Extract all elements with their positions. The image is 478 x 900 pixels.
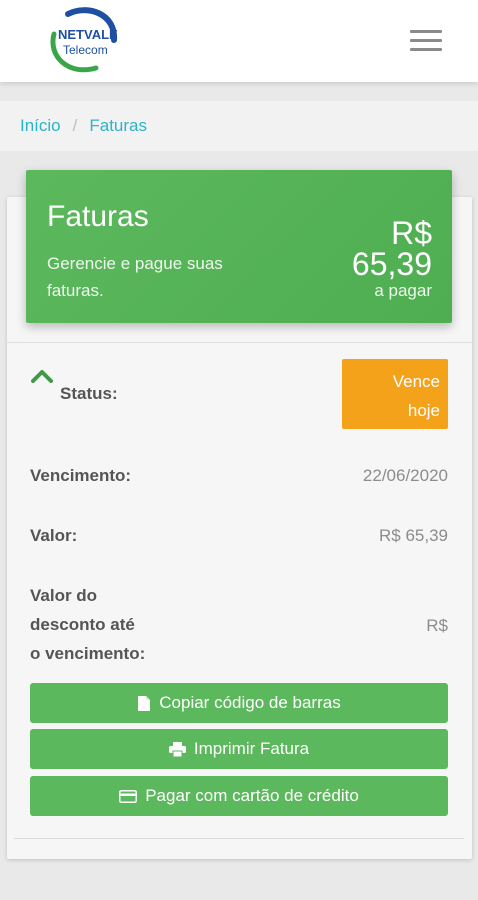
- card-footer-divider: [14, 838, 464, 839]
- copy-barcode-button[interactable]: Copiar código de barras: [30, 683, 448, 723]
- print-invoice-button[interactable]: Imprimir Fatura: [30, 729, 448, 769]
- amount-value: 65,39: [351, 246, 432, 282]
- divider: [7, 342, 472, 343]
- status-line2: hoje: [407, 401, 440, 420]
- due-date-value: 22/06/2020: [362, 466, 448, 485]
- logo-line2: Telecom: [63, 43, 108, 57]
- value-label: Valor:: [30, 526, 78, 545]
- breadcrumb-separator: /: [72, 116, 78, 135]
- breadcrumb-home-link[interactable]: Início: [20, 116, 61, 136]
- hamburger-menu-icon[interactable]: [410, 30, 444, 54]
- file-icon: [138, 695, 151, 711]
- credit-card-icon: [119, 789, 138, 803]
- status-badge: Vence hoje: [342, 359, 448, 429]
- invoices-header-panel: Faturas Gerencie e pague suas faturas. R…: [26, 170, 452, 323]
- discount-label-line1: Valor do: [30, 586, 98, 605]
- pay-credit-card-label: Pagar com cartão de crédito: [145, 786, 359, 805]
- discount-label: Valor do desconto até o vencimento:: [30, 581, 145, 668]
- value-amount: R$ 65,39: [379, 526, 448, 545]
- amount-caption: a pagar: [374, 281, 432, 300]
- discount-value: R$: [426, 616, 448, 635]
- discount-label-line2: desconto até: [30, 615, 135, 634]
- top-bar: NETVALE Telecom: [0, 0, 478, 82]
- status-line1: Vence: [392, 372, 440, 391]
- amount-currency: R$: [391, 215, 432, 251]
- discount-label-line3: o vencimento:: [30, 644, 146, 663]
- due-date-label: Vencimento:: [30, 466, 132, 485]
- breadcrumb-current-link[interactable]: Faturas: [89, 116, 147, 136]
- breadcrumb: Início / Faturas: [0, 101, 478, 151]
- logo-icon: NETVALE Telecom: [50, 7, 118, 73]
- pay-credit-card-button[interactable]: Pagar com cartão de crédito: [30, 776, 448, 816]
- netvale-logo[interactable]: NETVALE Telecom: [38, 4, 120, 78]
- page-title: Faturas: [47, 200, 149, 233]
- copy-barcode-label: Copiar código de barras: [159, 693, 341, 712]
- logo-line1: NETVALE: [58, 27, 118, 42]
- print-invoice-label: Imprimir Fatura: [193, 739, 310, 758]
- amount-due: R$ 65,39 a pagar: [351, 215, 432, 302]
- status-label: Status:: [60, 384, 118, 403]
- printer-icon: [168, 741, 186, 757]
- page-subtitle: Gerencie e pague suas faturas.: [47, 254, 223, 300]
- chevron-up-icon[interactable]: [31, 369, 53, 383]
